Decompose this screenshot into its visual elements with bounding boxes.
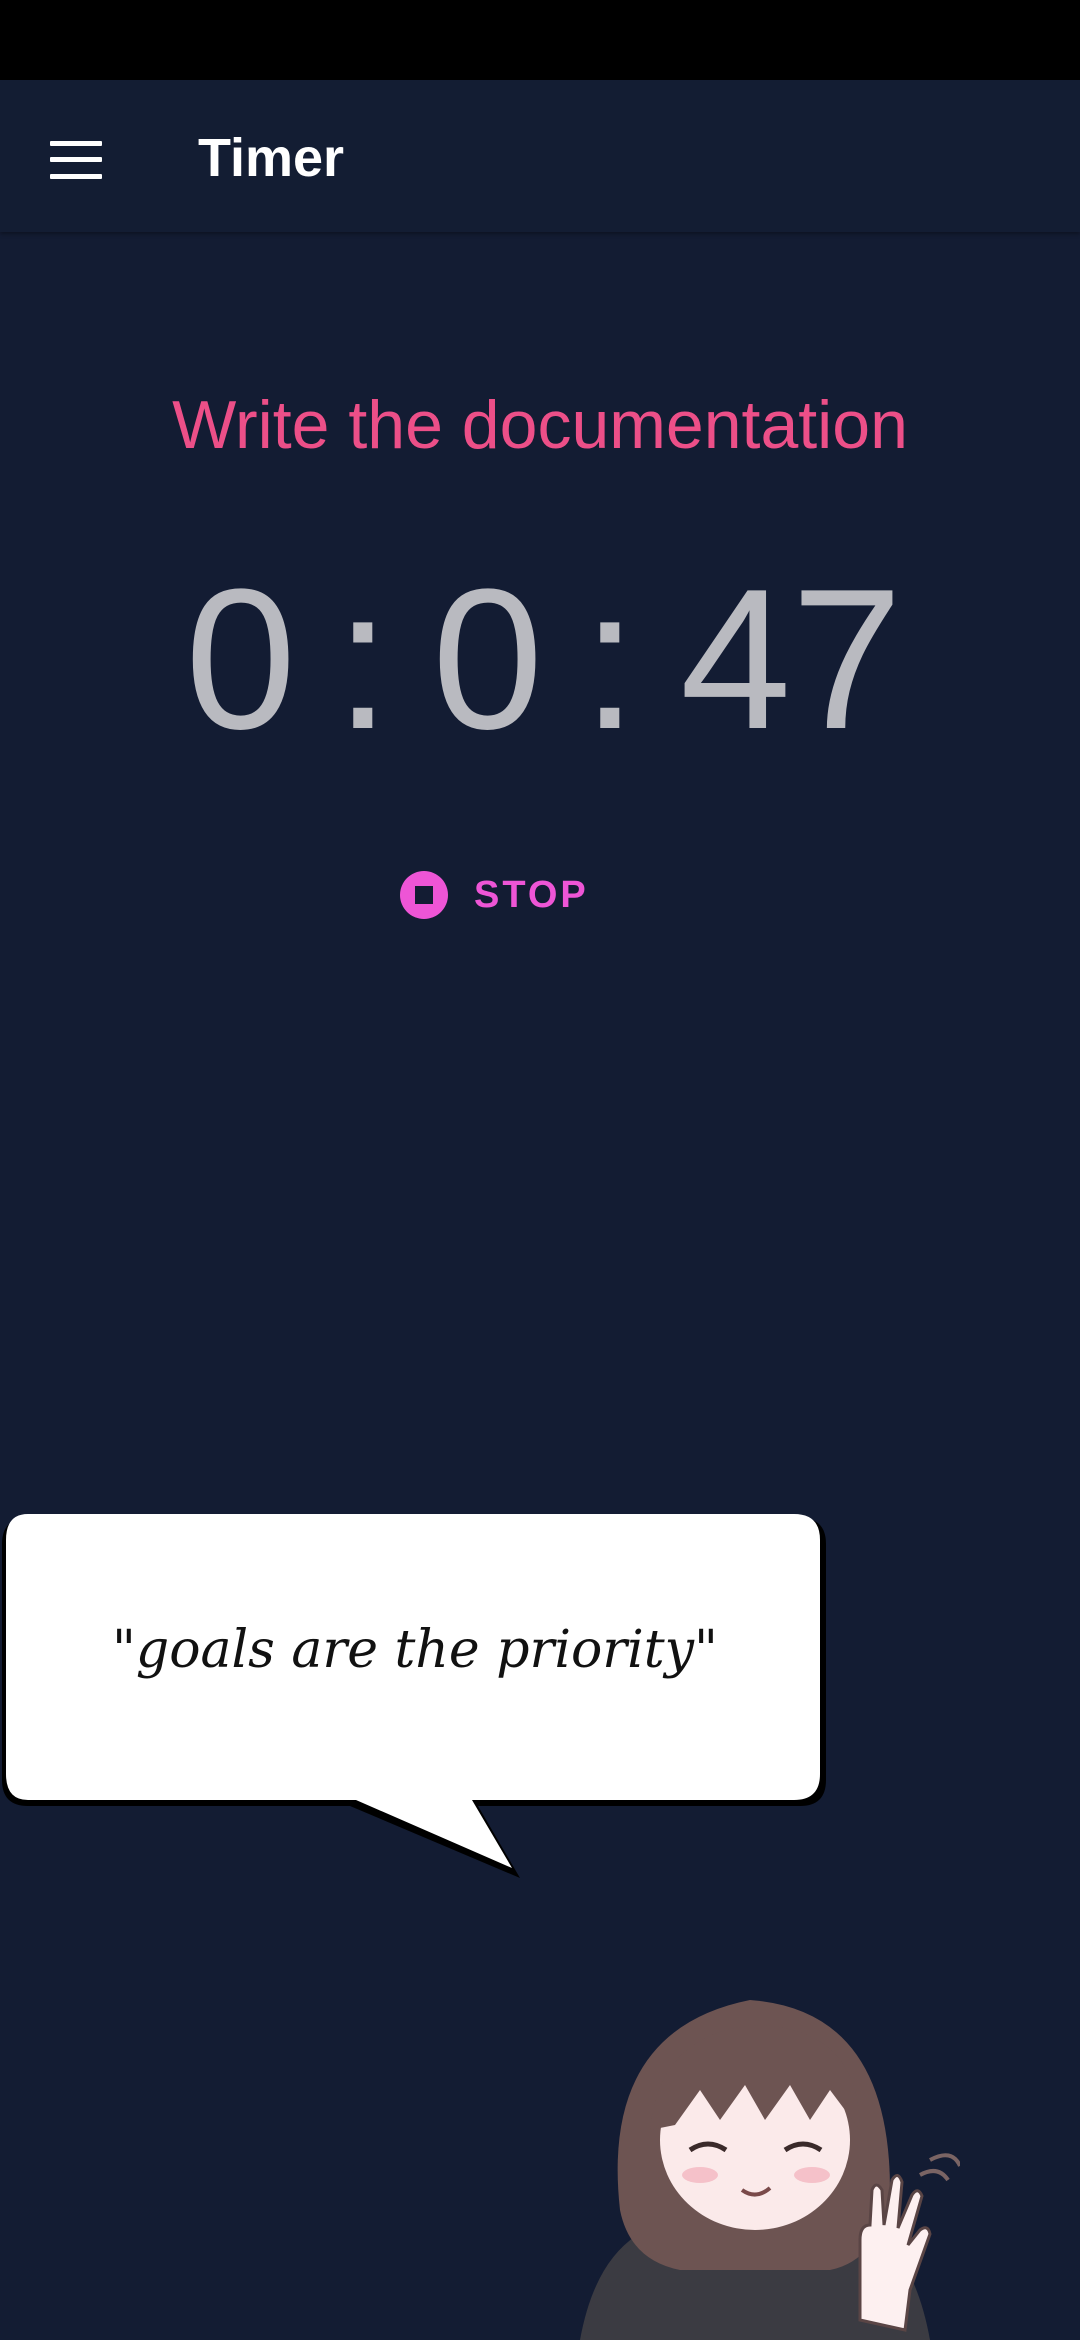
timer-minutes: 0 <box>432 548 544 771</box>
character-illustration <box>580 2000 960 2340</box>
timer-separator: : <box>335 548 391 771</box>
timer-seconds: 47 <box>680 548 903 771</box>
speech-bubble <box>2 1514 826 1878</box>
timer-separator: : <box>582 548 638 771</box>
page-title: Timer <box>198 128 345 188</box>
menu-button[interactable] <box>28 112 124 208</box>
stop-button-label: STOP <box>474 873 589 916</box>
quote-text: "goals are the priority" <box>112 1620 718 1680</box>
stop-circle-icon <box>400 871 448 919</box>
hamburger-menu-icon <box>50 141 102 179</box>
task-title: Write the documentation <box>172 387 908 463</box>
timer-display: 0 : 0 : 47 <box>0 560 1080 760</box>
stop-button[interactable]: STOP <box>388 860 601 930</box>
app-bar: Timer <box>0 80 1080 232</box>
status-bar <box>0 0 1080 80</box>
timer-hours: 0 <box>185 548 297 771</box>
